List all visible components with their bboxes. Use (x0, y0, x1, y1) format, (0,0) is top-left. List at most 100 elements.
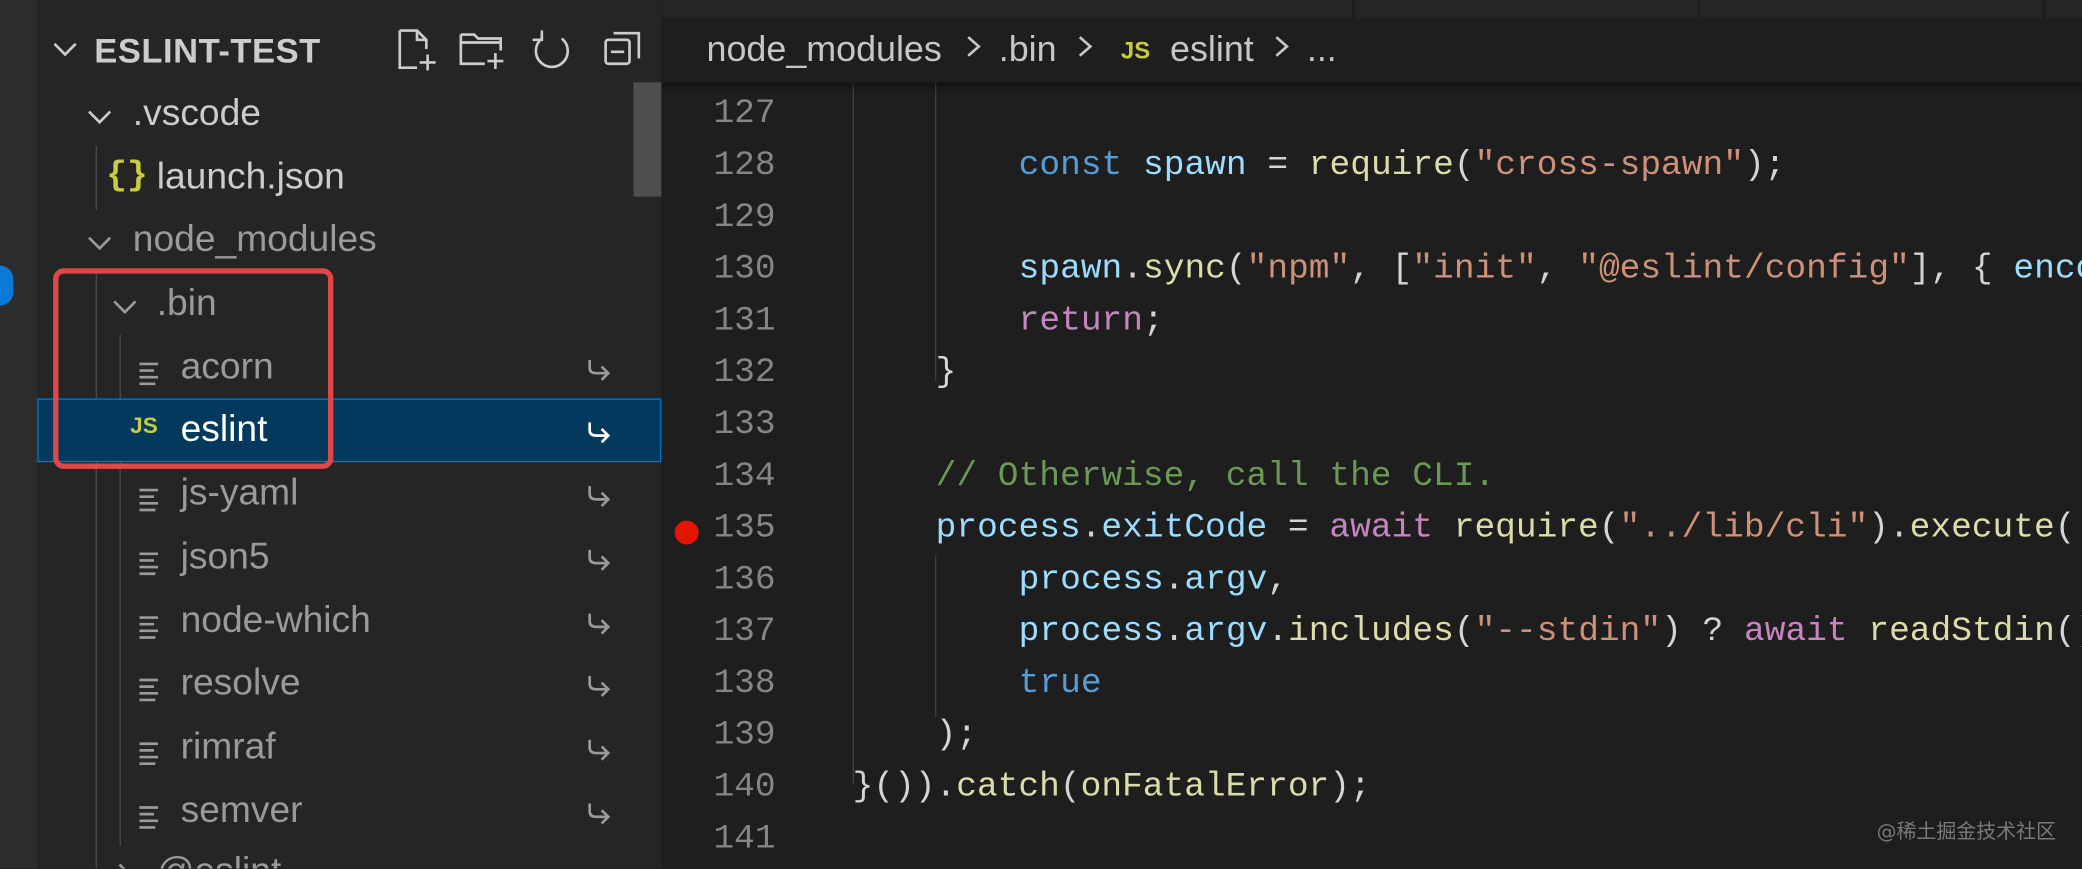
line-number[interactable]: 128 (701, 145, 775, 185)
code-line[interactable]: return; (1019, 300, 1164, 340)
refresh-icon[interactable] (529, 27, 574, 77)
code-token: . (1163, 559, 1185, 599)
tree-file-launch-json[interactable]: {} launch.json (37, 146, 661, 210)
symlink-arrow-icon (584, 352, 613, 394)
code-line[interactable]: spawn.sync("npm", ["init", "@eslint/conf… (1019, 248, 2082, 288)
tree-item-label: node-which (180, 598, 371, 641)
code-token: ( (1059, 766, 1081, 807)
activity-bar (0, 0, 38, 869)
code-token: process (1018, 610, 1164, 651)
code-token: ) ? (1661, 610, 1745, 651)
code-token: () (2054, 610, 2082, 651)
code-token: spawn (1018, 248, 1123, 289)
highlight-annotation-box (53, 268, 334, 469)
line-number[interactable]: 134 (701, 456, 775, 496)
code-line[interactable]: } (936, 352, 957, 392)
file-lines-icon (138, 608, 162, 650)
file-lines-icon (138, 545, 162, 587)
tree-file-resolve[interactable]: resolve (37, 652, 661, 716)
code-line[interactable]: // Otherwise, call the CLI. (936, 456, 1496, 496)
tree-item-label: js-yaml (180, 471, 299, 513)
breadcrumb-item[interactable]: node_modules (707, 29, 942, 70)
code-token: exitCode (1101, 507, 1268, 548)
breadcrumb-item[interactable]: .bin (999, 29, 1057, 70)
line-number[interactable]: 127 (701, 93, 775, 133)
indent-guide (852, 82, 854, 784)
sidebar-scrollbar[interactable] (633, 82, 662, 197)
line-number[interactable]: 141 (701, 818, 775, 858)
tree-file-semver[interactable]: semver (37, 780, 661, 844)
json-file-icon: {} (106, 155, 148, 196)
code-token: return (1018, 300, 1143, 340)
new-folder-icon[interactable] (458, 27, 506, 77)
code-token: // Otherwise, call the CLI. (935, 455, 1496, 496)
chevron-right-icon (110, 857, 139, 869)
code-token: ( (1225, 248, 1247, 289)
tree-file-rimraf[interactable]: rimraf (37, 716, 661, 780)
code-editor[interactable]: node_modules .bin JS eslint ... 127 128 co… (661, 0, 2082, 869)
tree-file-js-yaml[interactable]: js-yaml (37, 462, 661, 526)
file-lines-icon (138, 734, 162, 776)
line-number[interactable]: 129 (701, 197, 775, 237)
chevron-down-icon[interactable] (50, 35, 79, 70)
tree-item-label: launch.json (156, 155, 345, 197)
breakpoint-dot[interactable] (674, 520, 699, 545)
breadcrumb-item[interactable]: eslint (1170, 29, 1254, 70)
explorer-title[interactable]: ESLINT-TEST (94, 31, 320, 72)
line-number[interactable]: 136 (701, 559, 775, 599)
code-token: process (935, 507, 1081, 548)
code-token: includes (1288, 610, 1454, 651)
tree-folder-node-modules[interactable]: node_modules (37, 209, 661, 273)
symlink-arrow-icon (584, 796, 613, 838)
tree-item-label: @eslint (157, 850, 282, 869)
line-number[interactable]: 137 (701, 611, 775, 651)
activity-badge[interactable] (0, 265, 14, 306)
code-line[interactable]: const spawn = require("cross-spawn"); (1019, 145, 1786, 185)
code-line[interactable]: process.exitCode = await require("../lib… (936, 507, 2076, 547)
symlink-arrow-icon (584, 414, 613, 456)
line-number[interactable]: 133 (701, 404, 775, 444)
chevron-down-icon (85, 98, 114, 140)
line-number[interactable]: 138 (701, 663, 775, 703)
code-line[interactable]: process.argv, (1019, 559, 1288, 599)
collapse-all-icon[interactable] (600, 27, 645, 77)
code-token: ( (2054, 507, 2076, 548)
code-token: require (1308, 144, 1454, 185)
symlink-arrow-icon (584, 668, 613, 710)
code-token: "@eslint/config" (1578, 248, 1910, 289)
breadcrumb-item[interactable]: ... (1307, 29, 1337, 70)
code-token: "cross-spawn" (1474, 144, 1744, 185)
code-token: ( (1453, 610, 1475, 651)
tree-item-label: json5 (180, 535, 270, 577)
line-number[interactable]: 130 (701, 248, 775, 288)
symlink-arrow-icon (584, 606, 613, 648)
code-token: true (1018, 662, 1102, 703)
code-line[interactable]: }()).catch(onFatalError); (853, 766, 1371, 806)
tree-folder-vscode[interactable]: .vscode (37, 82, 661, 146)
new-file-icon[interactable] (393, 27, 438, 77)
code-token: , [ (1350, 248, 1413, 289)
line-number[interactable]: 132 (701, 352, 775, 392)
line-number[interactable]: 135 (701, 507, 775, 547)
tree-item-label: rimraf (180, 725, 276, 767)
tree-file-node-which[interactable]: node-which (37, 590, 661, 654)
tree-file-json5[interactable]: json5 (37, 526, 661, 590)
code-token: ], { (1909, 248, 2014, 289)
chevron-right-icon (1076, 29, 1095, 73)
code-token: ); (1743, 144, 1786, 185)
chevron-down-icon (85, 224, 114, 266)
line-number[interactable]: 131 (701, 300, 775, 340)
code-line[interactable]: process.argv.includes("--stdin") ? await… (1019, 611, 2082, 651)
code-token: ); (935, 714, 978, 755)
line-number[interactable]: 140 (701, 766, 775, 806)
line-number[interactable]: 139 (701, 715, 775, 755)
tree-item-label: semver (180, 788, 303, 831)
code-line[interactable]: ); (936, 715, 977, 755)
symlink-arrow-icon (584, 478, 613, 520)
code-token: "--stdin" (1474, 610, 1662, 651)
code-line[interactable]: true (1019, 663, 1102, 703)
breadcrumb: node_modules .bin JS eslint ... (661, 18, 2082, 83)
file-lines-icon (138, 481, 162, 523)
tree-folder-eslint[interactable]: @eslint (37, 841, 661, 869)
